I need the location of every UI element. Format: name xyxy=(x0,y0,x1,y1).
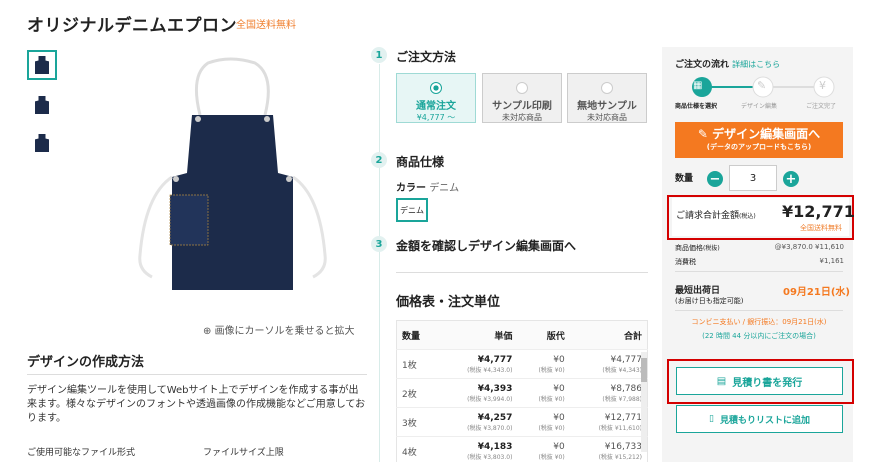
yen-icon: ¥ xyxy=(819,79,826,92)
tax-label: 消費税 xyxy=(675,258,696,266)
flow-step-1: 商品仕様を選択 xyxy=(675,103,718,110)
item-price-value: @¥3,870.0 ¥11,610 xyxy=(774,243,844,251)
table-row: 1枚 ¥4,777 (税抜 ¥4,343.0) ¥0 (税抜 ¥0) ¥4,777(… xyxy=(396,349,648,379)
flow-label: ご注文の流れ 詳細はこちら xyxy=(675,60,781,70)
quantity-decrease-button[interactable]: − xyxy=(707,171,723,187)
quantity-increase-button[interactable]: + xyxy=(783,171,799,187)
order-option-sample-print[interactable]: サンプル印刷 未対応商品 xyxy=(482,73,562,123)
header-total: 合計 xyxy=(569,320,648,350)
edit-icon: ✎ xyxy=(697,127,713,141)
header-qty: 数量 xyxy=(396,320,438,350)
header-unit: 単価 xyxy=(437,320,518,350)
tax-value: ¥1,161 xyxy=(819,257,845,265)
order-option-plain-sample[interactable]: 無地サンプル 未対応商品 xyxy=(567,73,647,123)
thumbnail-3[interactable] xyxy=(27,128,57,158)
table-row: 2枚 ¥4,393 (税抜 ¥3,994.0) ¥0 (税抜 ¥0) ¥8,786(… xyxy=(396,378,648,408)
price-table-heading: 価格表・注文単位 xyxy=(396,295,501,310)
price-table: 数量 単価 版代 合計 1枚 ¥4,777 (税抜 ¥4,343.0) ¥0 (税抜… xyxy=(396,320,648,462)
color-swatch-denim[interactable]: デニム xyxy=(396,198,428,222)
add-to-quote-list-button[interactable]: ▯ 見積もりリストに追加 xyxy=(676,405,843,433)
product-title: オリジナルデニムエプロン xyxy=(27,16,237,36)
payment-note: コンビニ支払い / 銀行振込：09月21日(水) xyxy=(691,318,827,326)
zoom-icon: ⊕ xyxy=(203,326,215,337)
radio-icon xyxy=(601,82,613,94)
pencil-icon: ✎ xyxy=(757,79,767,92)
total-shipping: 全国送料無料 xyxy=(800,224,842,232)
step-3-number: 3 xyxy=(371,236,387,252)
divider xyxy=(675,271,843,272)
payment-note-time: (22 時間 44 分以内にご注文の場合) xyxy=(702,332,816,340)
flow-step-3: ご注文完了 xyxy=(806,103,837,110)
step-2-number: 2 xyxy=(371,152,387,168)
step-1-number: 1 xyxy=(371,47,387,63)
file-size-label: ファイルサイズ上限 xyxy=(203,448,284,458)
design-editor-button[interactable]: ✎ デザイン編集画面へ (データのアップロードもこちら) xyxy=(675,122,843,158)
table-header-row: 数量 単価 版代 合計 xyxy=(396,320,648,350)
step-2-title: 商品仕様 xyxy=(396,155,445,169)
design-method-heading: デザインの作成方法 xyxy=(27,355,145,370)
product-image[interactable] xyxy=(130,55,340,305)
flow-detail-link[interactable]: 詳細はこちら xyxy=(732,60,780,69)
issue-quote-button[interactable]: ▤ 見積り書を発行 xyxy=(676,367,843,395)
free-shipping-badge: 全国送料無料 xyxy=(236,20,296,31)
order-option-normal[interactable]: 通常注文 ¥4,777 〜 xyxy=(396,73,476,123)
quantity-input[interactable]: 3 xyxy=(729,165,777,191)
color-spec: カラー デニム xyxy=(396,183,460,194)
step-3-title: 金額を確認しデザイン編集画面へ xyxy=(396,239,577,253)
design-method-text: デザイン編集ツールを使用してWebサイト上でデザインを作成する事が出来ます。様々… xyxy=(27,385,366,424)
zoom-hint: ⊕ 画像にカーソルを乗せると拡大 xyxy=(203,326,355,337)
divider xyxy=(396,272,648,273)
radio-icon xyxy=(516,82,528,94)
table-row: 3枚 ¥4,257 (税抜 ¥3,870.0) ¥0 (税抜 ¥0) ¥12,771… xyxy=(396,407,648,437)
bookmark-icon: ▯ xyxy=(709,414,714,424)
thumbnail-1[interactable] xyxy=(27,50,57,80)
ship-date-value: 09月21日(水) xyxy=(783,287,850,298)
radio-icon xyxy=(430,82,442,94)
ship-date-sub: (お届け日も指定可能) xyxy=(675,297,744,305)
grid-icon: ▦ xyxy=(693,80,703,91)
flow-step-2: デザイン編集 xyxy=(741,103,778,110)
table-row: 4枚 ¥4,183 (税抜 ¥3,803.0) ¥0 (税抜 ¥0) ¥16,733… xyxy=(396,436,648,462)
item-price-label: 商品価格(税抜) xyxy=(675,244,720,252)
total-value: ¥12,771 xyxy=(782,202,855,221)
ship-date-label: 最短出荷日 xyxy=(675,286,721,296)
table-scrollbar[interactable] xyxy=(641,352,647,452)
quantity-label: 数量 xyxy=(675,174,694,184)
total-label: ご請求合計金額(税込) xyxy=(676,211,756,221)
file-format-label: ご使用可能なファイル形式 xyxy=(27,448,136,458)
divider xyxy=(675,310,843,311)
document-icon: ▤ xyxy=(716,375,727,387)
step-1-title: ご注文方法 xyxy=(396,50,457,64)
divider xyxy=(27,374,367,375)
header-plate: 版代 xyxy=(517,320,570,350)
step-line xyxy=(379,64,380,462)
thumbnail-2[interactable] xyxy=(27,90,57,120)
